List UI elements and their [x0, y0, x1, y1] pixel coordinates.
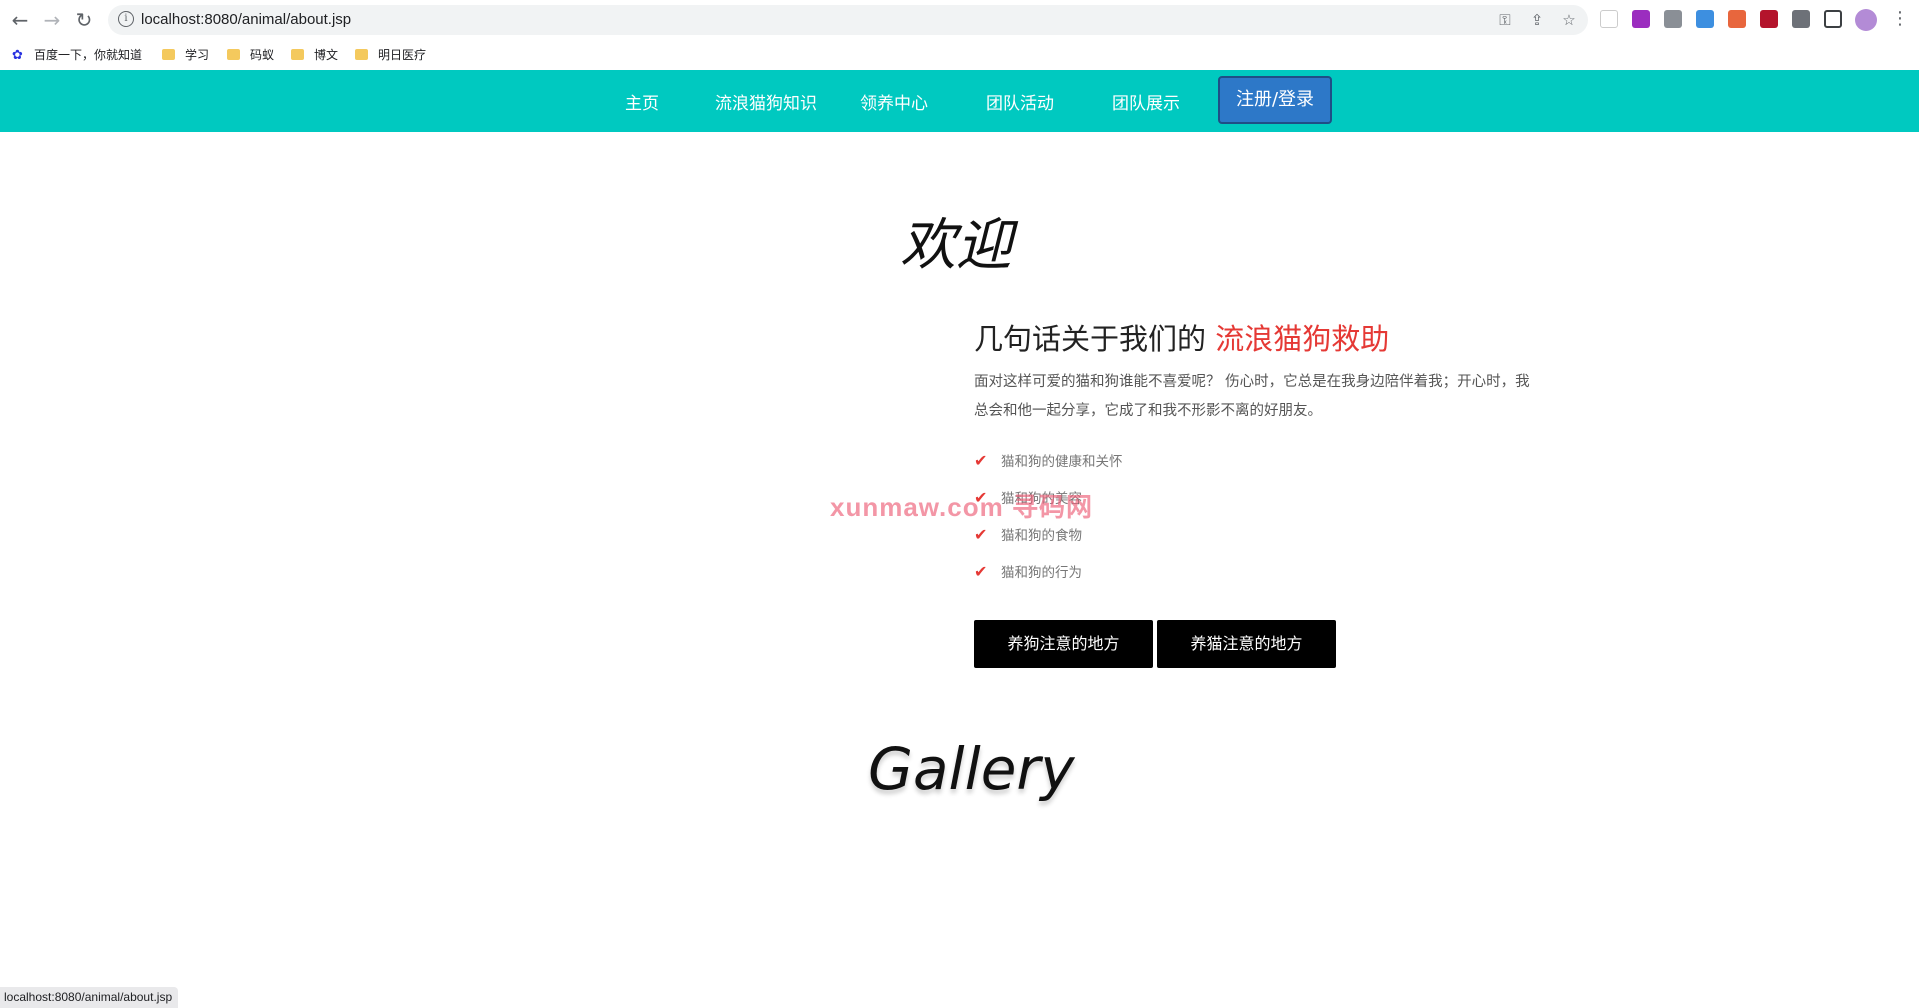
- share-icon[interactable]: ⇪: [1528, 11, 1546, 29]
- bookmark-label: 博文: [314, 48, 339, 62]
- nav-team[interactable]: 团队展示: [1112, 89, 1180, 114]
- translate-extension-icon[interactable]: [1728, 10, 1746, 28]
- about-title: 几句话关于我们的 流浪猫狗救助: [974, 316, 1389, 358]
- list-item: ✔ 猫和狗的健康和关怀: [974, 448, 1123, 485]
- bookmark-bowen[interactable]: 博文: [291, 46, 338, 64]
- cat-care-button[interactable]: 养猫注意的地方: [1157, 620, 1336, 668]
- watermark: xunmaw.com 寻码网: [830, 492, 1093, 522]
- nav-adoption[interactable]: 领养中心: [860, 89, 928, 114]
- dog-care-button[interactable]: 养狗注意的地方: [974, 620, 1153, 668]
- key-icon[interactable]: ⚿: [1496, 11, 1514, 29]
- reload-icon[interactable]: ↻: [72, 8, 96, 32]
- bookmark-mayi[interactable]: 码蚁: [227, 46, 274, 64]
- site-info-icon[interactable]: i: [118, 11, 134, 27]
- jrebel-extension-icon[interactable]: [1632, 10, 1650, 28]
- bookmark-label: 百度一下，你就知道: [34, 48, 143, 62]
- ublock-extension-icon[interactable]: [1760, 10, 1778, 28]
- store-extension-icon[interactable]: [1664, 10, 1682, 28]
- check-icon: ✔: [974, 451, 988, 470]
- check-icon: ✔: [974, 525, 988, 544]
- paw-icon: ✿: [12, 48, 23, 63]
- login-register-button[interactable]: 注册/登录: [1218, 76, 1332, 124]
- feature-label: 猫和狗的食物: [1001, 528, 1082, 544]
- gallery-heading: Gallery: [868, 735, 1075, 803]
- site-nav: 主页 流浪猫狗知识 领养中心 团队活动 团队展示 注册/登录: [0, 70, 1919, 132]
- about-title-prefix: 几句话关于我们的: [974, 322, 1207, 356]
- puzzle-icon[interactable]: [1792, 10, 1810, 28]
- folder-icon: [162, 49, 175, 60]
- browser-toolbar: ← → ↻ i localhost:8080/animal/about.jsp …: [0, 0, 1919, 40]
- nav-activities[interactable]: 团队活动: [986, 89, 1054, 114]
- address-bar[interactable]: i localhost:8080/animal/about.jsp ⚿ ⇪ ☆: [108, 5, 1588, 35]
- bookmark-baidu[interactable]: ✿ 百度一下，你就知道: [12, 46, 142, 64]
- bookmark-label: 明日医疗: [378, 48, 427, 62]
- check-icon: ✔: [974, 562, 988, 581]
- bookmarks-bar: ✿ 百度一下，你就知道 学习 码蚁 博文 明日医疗: [0, 40, 1919, 70]
- about-title-accent: 流浪猫狗救助: [1215, 322, 1390, 356]
- nav-knowledge[interactable]: 流浪猫狗知识: [715, 89, 817, 114]
- nav-home[interactable]: 主页: [625, 89, 659, 114]
- cursor-extension-icon[interactable]: [1600, 10, 1618, 28]
- folder-icon: [227, 49, 240, 60]
- profile-avatar[interactable]: [1855, 9, 1877, 31]
- about-paragraph: 面对这样可爱的猫和狗谁能不喜爱呢？ 伤心时，它总是在我身边陪伴着我；开心时，我总…: [974, 374, 1530, 419]
- bookmark-star-icon[interactable]: ☆: [1560, 11, 1578, 29]
- folder-icon: [355, 49, 368, 60]
- list-item: ✔ 猫和狗的食物: [974, 522, 1123, 559]
- layers-extension-icon[interactable]: [1696, 10, 1714, 28]
- address-url[interactable]: localhost:8080/animal/about.jsp: [141, 11, 351, 28]
- sidepanel-icon[interactable]: [1824, 10, 1842, 28]
- back-icon[interactable]: ←: [8, 8, 32, 32]
- list-item: ✔ 猫和狗的行为: [974, 559, 1123, 596]
- bookmark-label: 学习: [185, 48, 210, 62]
- feature-label: 猫和狗的健康和关怀: [1001, 454, 1123, 470]
- folder-icon: [291, 49, 304, 60]
- bookmark-mingri[interactable]: 明日医疗: [355, 46, 426, 64]
- feature-label: 猫和狗的行为: [1001, 565, 1082, 581]
- status-bar-url: localhost:8080/animal/about.jsp: [0, 987, 179, 1008]
- welcome-heading: 欢迎: [900, 213, 1012, 278]
- bookmark-label: 码蚁: [250, 48, 275, 62]
- menu-kebab-icon[interactable]: ⋮: [1891, 8, 1909, 29]
- bookmark-study[interactable]: 学习: [162, 46, 209, 64]
- forward-icon[interactable]: →: [40, 8, 64, 32]
